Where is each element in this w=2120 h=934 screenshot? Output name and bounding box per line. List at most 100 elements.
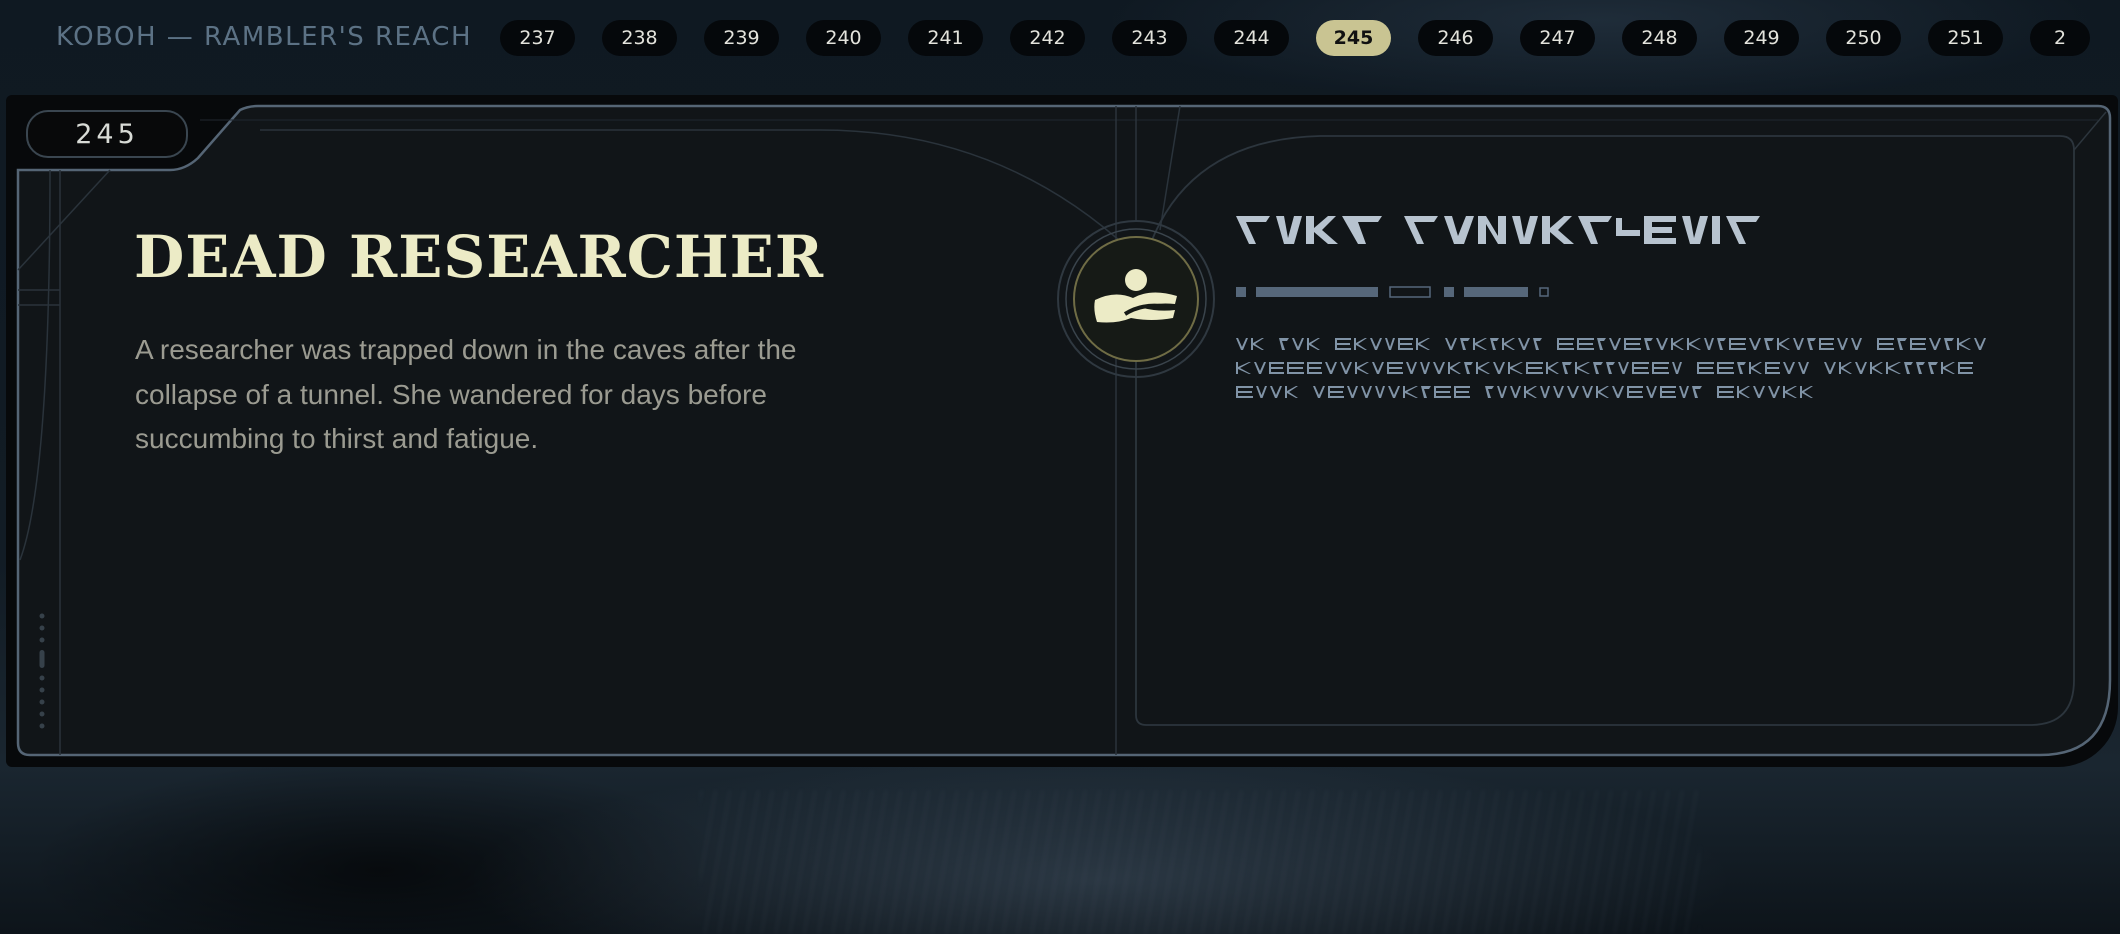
alien-glyph	[1729, 338, 1746, 350]
alien-glyph	[1533, 338, 1542, 350]
alien-glyph	[1692, 386, 1702, 398]
alien-glyph	[1497, 386, 1507, 398]
alien-glyph	[1575, 362, 1590, 374]
alien-glyph	[1307, 362, 1322, 374]
alien-glyph	[1958, 362, 1973, 374]
alien-glyph	[1837, 338, 1848, 350]
entry-title: DEAD RESEARCHER	[134, 223, 825, 291]
alien-glyph	[1540, 386, 1550, 398]
alien-glyph	[1355, 362, 1369, 374]
alien-glyph	[1941, 362, 1955, 374]
alien-glyph	[1236, 362, 1251, 374]
alien-glyph	[1251, 338, 1264, 350]
alien-glyph	[1361, 386, 1372, 398]
alien-glyph	[1819, 338, 1834, 350]
alien-glyph	[1877, 338, 1894, 350]
entry-number-tab: 245	[26, 110, 188, 158]
alien-glyph	[1254, 362, 1266, 374]
alien-glyph	[1287, 362, 1304, 374]
alien-glyph	[1753, 386, 1765, 398]
alien-glyph	[1910, 338, 1926, 350]
alien-glyph	[1768, 386, 1780, 398]
alien-glyph	[1644, 338, 1653, 350]
alien-glyph	[1335, 338, 1351, 350]
alien-glyph	[1416, 338, 1430, 350]
entry-description: A researcher was trapped down in the cav…	[135, 334, 797, 454]
alien-glyph	[1765, 362, 1780, 374]
alien-glyph	[1612, 386, 1624, 398]
alien-glyph	[1596, 386, 1609, 398]
alien-glyph	[1490, 338, 1499, 350]
alien-glyph	[1656, 338, 1668, 350]
alien-glyph	[1347, 386, 1358, 398]
alien-glyph	[1624, 338, 1641, 350]
alien-glyph	[1737, 362, 1746, 374]
alien-glyph	[1749, 338, 1761, 350]
alien-glyph	[1717, 362, 1734, 374]
alien-glyph	[1717, 386, 1734, 398]
alien-glyph	[1897, 338, 1907, 350]
alien-glyph	[1445, 338, 1457, 350]
alien-glyph	[1340, 362, 1352, 374]
alien-glyph	[1764, 338, 1774, 350]
alien-glyph	[1502, 338, 1515, 350]
alien-glyph	[1434, 386, 1451, 398]
alien-glyph	[1957, 338, 1971, 350]
alien-glyph	[1839, 362, 1852, 374]
alien-glyph	[1292, 338, 1304, 350]
figure-emblem-icon	[1057, 220, 1215, 378]
alien-glyph	[1646, 386, 1657, 398]
alien-glyph	[1928, 362, 1938, 374]
alien-glyph	[1916, 362, 1925, 374]
alien-glyph	[1236, 386, 1253, 398]
alien-glyph	[1749, 362, 1762, 374]
alien-glyph	[1974, 338, 1986, 350]
alien-glyph	[1679, 386, 1689, 398]
alien-glyph	[1851, 338, 1862, 350]
alien-glyph	[1485, 386, 1494, 398]
alien-glyph	[1672, 362, 1682, 374]
alien-glyph	[1454, 386, 1470, 398]
alien-glyph	[1632, 362, 1649, 374]
alien-glyph	[1236, 338, 1248, 350]
alien-glyph	[1279, 338, 1289, 350]
alien-glyph	[1372, 362, 1384, 374]
alien-glyph	[1697, 362, 1714, 374]
alien-script-body	[1236, 338, 1986, 398]
alien-glyph	[1398, 338, 1413, 350]
alien-glyph	[1618, 362, 1629, 374]
alien-glyph	[1798, 362, 1809, 374]
scroll-indicator	[39, 613, 45, 729]
alien-glyph	[1886, 362, 1901, 374]
panel-frame	[16, 104, 2112, 757]
alien-glyph	[1307, 338, 1320, 350]
alien-glyph	[1464, 362, 1473, 374]
alien-glyph	[1929, 338, 1941, 350]
alien-glyph	[1904, 362, 1913, 374]
alien-glyph	[1421, 386, 1431, 398]
alien-glyph	[1385, 338, 1395, 350]
alien-glyph	[1526, 362, 1543, 374]
alien-glyph	[1473, 338, 1487, 350]
alien-glyph	[1855, 362, 1867, 374]
alien-glyph	[1420, 362, 1430, 374]
alien-title-text	[1236, 216, 1760, 244]
alien-glyph	[1737, 386, 1750, 398]
alien-glyph	[1807, 338, 1816, 350]
alien-glyph	[1562, 362, 1572, 374]
alien-glyph	[1448, 362, 1461, 374]
alien-glyph	[1375, 386, 1385, 398]
alien-glyph	[1387, 362, 1403, 374]
alien-glyph	[1717, 338, 1726, 350]
alien-glyph	[1508, 362, 1523, 374]
alien-glyph	[1269, 362, 1284, 374]
alien-glyph	[1557, 338, 1574, 350]
alien-glyph	[1627, 386, 1643, 398]
alien-glyph	[1510, 386, 1521, 398]
alien-glyph	[1370, 338, 1382, 350]
alien-glyph	[1524, 386, 1537, 398]
alien-glyph	[1704, 338, 1714, 350]
alien-glyph	[1824, 362, 1836, 374]
alien-glyph	[1671, 338, 1684, 350]
alien-glyph	[1593, 362, 1603, 374]
